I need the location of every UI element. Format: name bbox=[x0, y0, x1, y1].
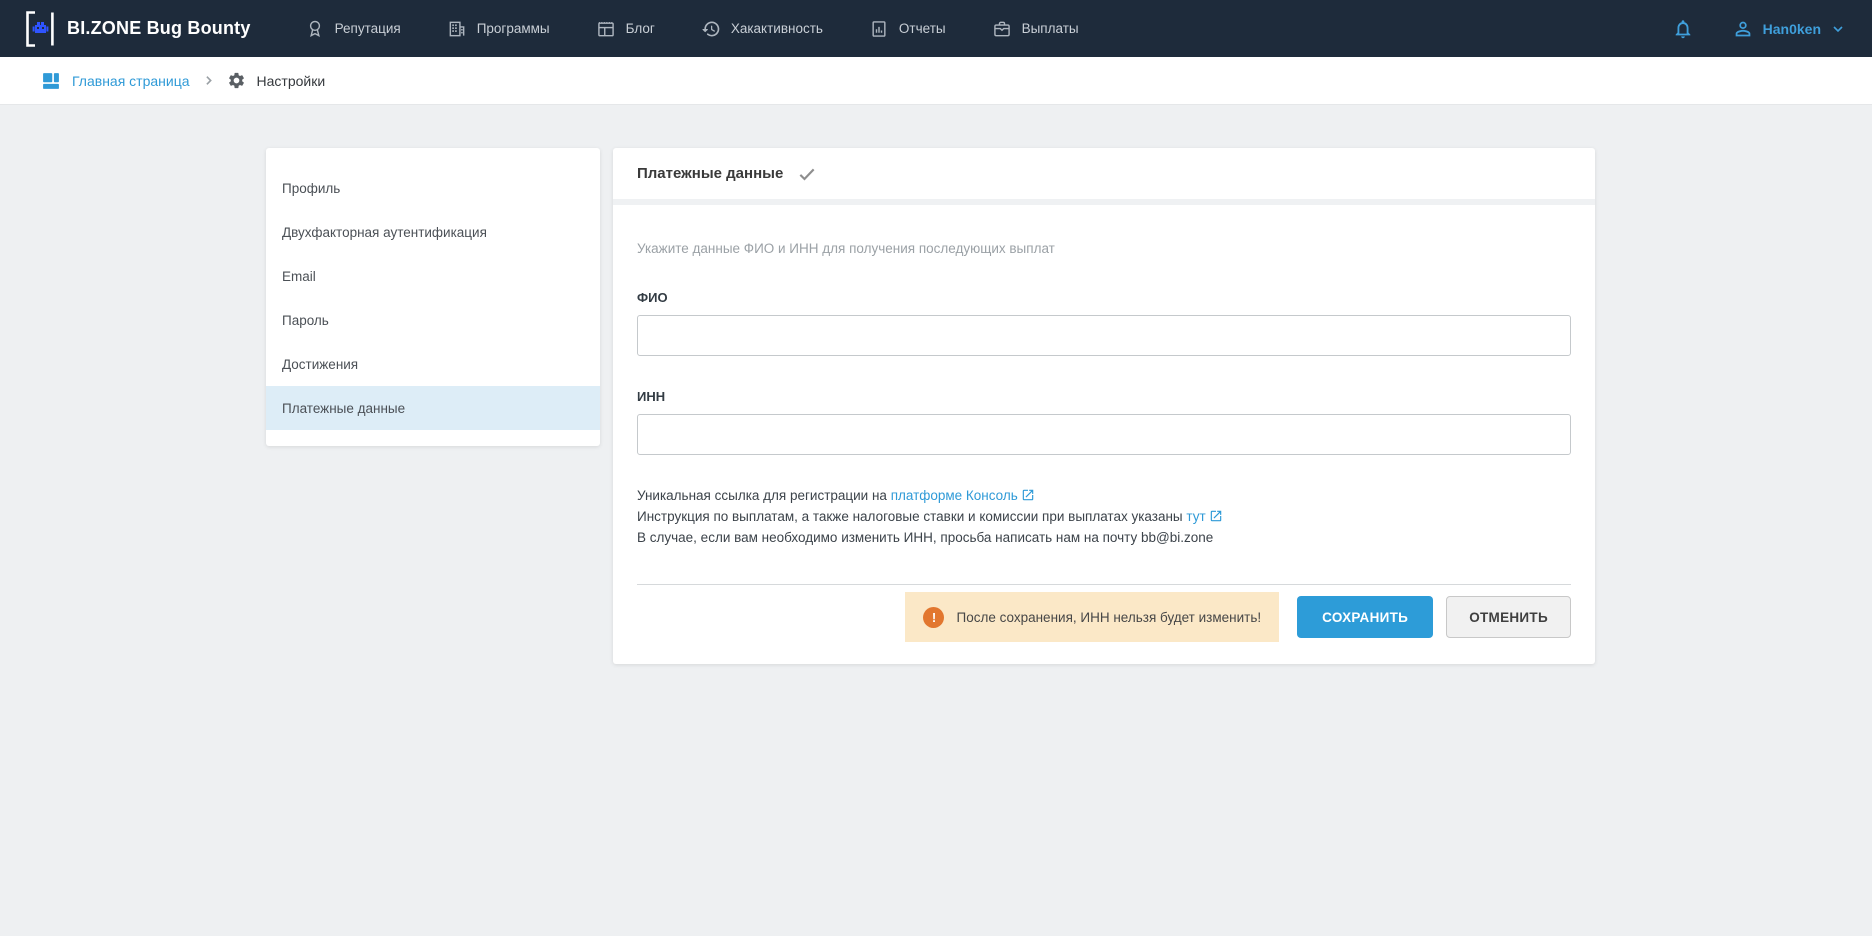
nav-item-label: Репутация bbox=[335, 21, 401, 36]
top-navbar: BI.ZONE Bug Bounty Репутация Программы bbox=[0, 0, 1872, 57]
nav-item-reports[interactable]: Отчеты bbox=[869, 19, 946, 39]
sidebar-item-2fa[interactable]: Двухфакторная аутентификация bbox=[266, 210, 600, 254]
notifications-button[interactable] bbox=[1672, 18, 1694, 40]
sidebar-item-password[interactable]: Пароль bbox=[266, 298, 600, 342]
chevron-right-icon bbox=[202, 74, 215, 87]
sidebar-item-achievements[interactable]: Достижения bbox=[266, 342, 600, 386]
info-line-console: Уникальная ссылка для регистрации на пла… bbox=[637, 485, 1571, 506]
breadcrumb-separator bbox=[202, 74, 215, 87]
breadcrumb-current-label: Настройки bbox=[257, 73, 326, 89]
fio-label: ФИО bbox=[637, 290, 1571, 305]
info-block: Уникальная ссылка для регистрации на пла… bbox=[637, 485, 1571, 548]
info-line-instruction: Инструкция по выплатам, а также налоговы… bbox=[637, 506, 1571, 527]
username: Han0ken bbox=[1763, 21, 1821, 37]
nav-item-payments[interactable]: Выплаты bbox=[992, 19, 1079, 39]
card-body: Укажите данные ФИО и ИНН для получения п… bbox=[613, 241, 1595, 664]
sidebar-item-email[interactable]: Email bbox=[266, 254, 600, 298]
breadcrumb-current: Настройки bbox=[227, 71, 326, 90]
nav-item-label: Хакактивность bbox=[731, 21, 823, 36]
briefcase-icon bbox=[992, 19, 1012, 39]
sidebar-item-profile[interactable]: Профиль bbox=[266, 166, 600, 210]
cancel-button[interactable]: ОТМЕНИТЬ bbox=[1446, 596, 1571, 638]
history-icon bbox=[701, 19, 721, 39]
bug-logo-icon bbox=[26, 11, 54, 47]
console-platform-link[interactable]: платформе Консоль bbox=[891, 488, 1018, 503]
user-menu[interactable]: Han0ken bbox=[1732, 18, 1846, 40]
page-title: Платежные данные bbox=[637, 165, 783, 182]
inn-input[interactable] bbox=[637, 414, 1571, 455]
form-hint: Укажите данные ФИО и ИНН для получения п… bbox=[637, 241, 1571, 256]
bell-icon bbox=[1672, 18, 1694, 40]
person-icon bbox=[1732, 18, 1754, 40]
check-icon bbox=[797, 164, 817, 184]
gear-icon bbox=[227, 71, 246, 90]
newspaper-icon bbox=[596, 19, 616, 39]
breadcrumb: Главная страница Настройки bbox=[0, 57, 1872, 105]
nav-item-programs[interactable]: Программы bbox=[447, 19, 550, 39]
chevron-down-icon bbox=[1830, 21, 1846, 37]
warning-text: После сохранения, ИНН нельзя будет измен… bbox=[956, 610, 1261, 625]
payment-data-card: Платежные данные Укажите данные ФИО и ИН… bbox=[613, 148, 1595, 664]
report-icon bbox=[869, 19, 889, 39]
nav-item-label: Отчеты bbox=[899, 21, 946, 36]
fio-input[interactable] bbox=[637, 315, 1571, 356]
medal-icon bbox=[305, 19, 325, 39]
nav-item-label: Выплаты bbox=[1022, 21, 1079, 36]
instruction-link[interactable]: тут bbox=[1186, 509, 1205, 524]
breadcrumb-home-link[interactable]: Главная страница bbox=[41, 71, 190, 91]
breadcrumb-home-label: Главная страница bbox=[72, 73, 190, 89]
warning-icon: ! bbox=[923, 607, 944, 628]
nav-item-reputation[interactable]: Репутация bbox=[305, 19, 401, 39]
nav-item-blog[interactable]: Блог bbox=[596, 19, 655, 39]
save-button[interactable]: СОХРАНИТЬ bbox=[1297, 596, 1433, 638]
nav-item-hacktivity[interactable]: Хакактивность bbox=[701, 19, 823, 39]
dashboard-icon bbox=[41, 71, 61, 91]
nav-item-label: Программы bbox=[477, 21, 550, 36]
inn-label: ИНН bbox=[637, 389, 1571, 404]
settings-content: Профиль Двухфакторная аутентификация Ema… bbox=[266, 148, 1872, 664]
card-header: Платежные данные bbox=[613, 148, 1595, 205]
building-icon bbox=[447, 19, 467, 39]
footer-actions: ! После сохранения, ИНН нельзя будет изм… bbox=[637, 585, 1571, 664]
warning-banner: ! После сохранения, ИНН нельзя будет изм… bbox=[905, 592, 1279, 642]
logo[interactable]: BI.ZONE Bug Bounty bbox=[26, 11, 251, 47]
nav-item-label: Блог bbox=[626, 21, 655, 36]
external-link-icon bbox=[1209, 509, 1223, 523]
info-line-inn-change: В случае, если вам необходимо изменить И… bbox=[637, 527, 1571, 548]
logo-text: BI.ZONE Bug Bounty bbox=[67, 18, 251, 39]
navbar-right: Han0ken bbox=[1672, 18, 1846, 40]
settings-sidebar: Профиль Двухфакторная аутентификация Ema… bbox=[266, 148, 600, 446]
nav-menu: Репутация Программы Блог bbox=[305, 19, 1079, 39]
external-link-icon bbox=[1021, 488, 1035, 502]
sidebar-item-payment-data[interactable]: Платежные данные bbox=[266, 386, 600, 430]
